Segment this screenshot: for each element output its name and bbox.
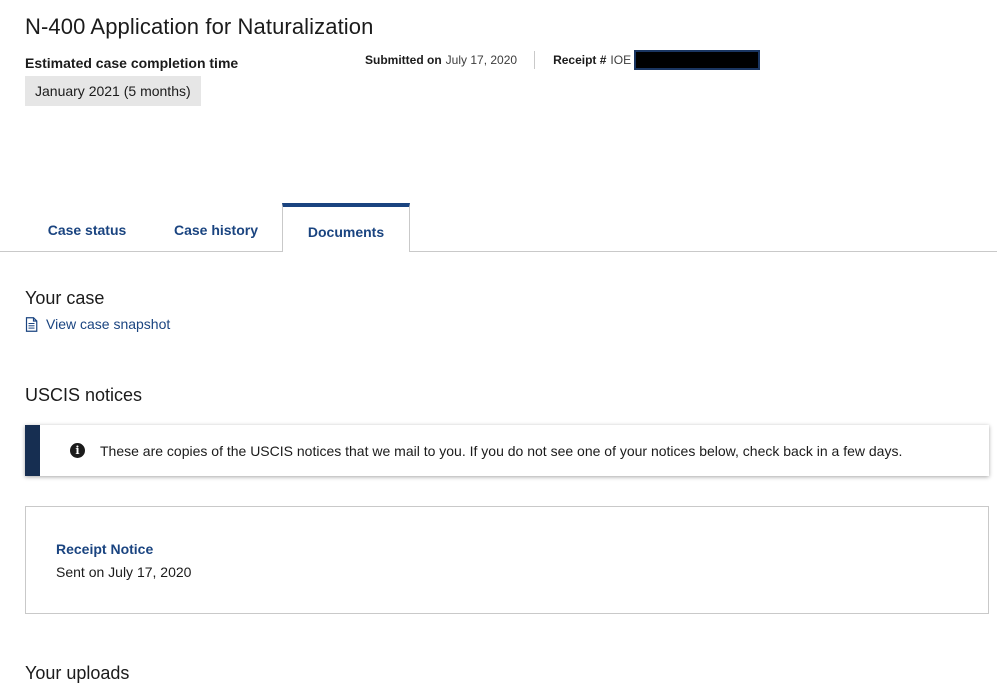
uscis-notices-heading: USCIS notices — [25, 385, 143, 405]
case-meta: Submitted on July 17, 2020 Receipt # IOE — [365, 50, 761, 70]
info-alert-text: These are copies of the USCIS notices th… — [100, 442, 903, 459]
view-case-snapshot-label[interactable]: View case snapshot — [46, 316, 170, 332]
estimated-completion-label: Estimated case completion time — [25, 55, 239, 71]
view-case-snapshot-link[interactable]: View case snapshot — [25, 316, 170, 332]
receipt-number-redacted — [634, 50, 761, 70]
submitted-label: Submitted on — [365, 53, 442, 67]
tab-case-status[interactable]: Case status — [25, 203, 149, 251]
tab-case-history[interactable]: Case history — [154, 203, 278, 251]
page-title: N-400 Application for Naturalization — [25, 14, 374, 39]
submitted-date: July 17, 2020 — [445, 53, 518, 67]
receipt-prefix: IOE — [610, 53, 632, 67]
tab-documents[interactable]: Documents — [282, 203, 410, 252]
meta-divider — [534, 51, 536, 69]
your-case-heading: Your case — [25, 288, 105, 308]
info-icon: i — [70, 443, 85, 458]
notice-sent-date: Sent on July 17, 2020 — [56, 564, 192, 580]
info-alert: i These are copies of the USCIS notices … — [25, 425, 989, 476]
page: N-400 Application for Naturalization Est… — [0, 0, 997, 693]
receipt-label: Receipt # — [553, 53, 607, 67]
estimated-completion-badge: January 2021 (5 months) — [25, 76, 201, 106]
tab-bar: Case status Case history Documents — [0, 203, 997, 252]
your-uploads-heading: Your uploads — [25, 663, 130, 683]
receipt-notice-link[interactable]: Receipt Notice — [56, 541, 153, 557]
document-icon — [25, 316, 38, 332]
notice-card: Receipt Notice Sent on July 17, 2020 — [25, 506, 989, 614]
